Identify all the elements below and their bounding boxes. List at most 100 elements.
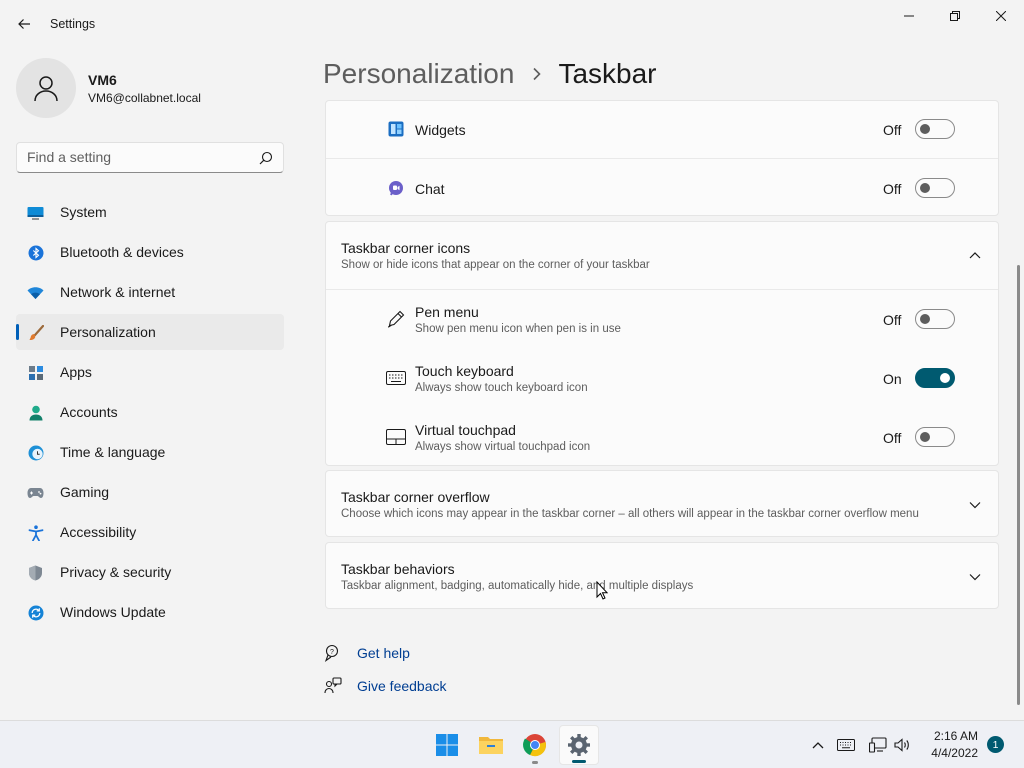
corner-overflow-card[interactable]: Taskbar corner overflow Choose which ico… [325, 470, 999, 537]
toggle-knob [920, 314, 930, 324]
file-explorer-button[interactable] [471, 725, 511, 765]
virtual-touchpad-state: Off [883, 430, 902, 446]
toggle-knob [920, 183, 930, 193]
folder-icon [479, 737, 503, 754]
get-help-link[interactable]: Get help [357, 645, 410, 661]
behaviors-title: Taskbar behaviors [341, 561, 455, 577]
search-box[interactable] [16, 142, 284, 173]
search-icon[interactable] [259, 151, 273, 165]
sidebar-item-label: Accessibility [60, 524, 137, 540]
chevron-down-icon[interactable] [968, 570, 982, 584]
widgets-label: Widgets [415, 122, 466, 138]
breadcrumb-parent[interactable]: Personalization [323, 58, 514, 90]
sidebar-item-personalization[interactable]: Personalization [16, 314, 284, 350]
windows-logo-icon [436, 734, 458, 756]
chat-label: Chat [415, 181, 445, 197]
gear-icon [568, 734, 590, 756]
virtual-touchpad-label: Virtual touchpad [415, 422, 516, 438]
toggle-knob [940, 373, 950, 383]
keyboard-icon[interactable] [836, 735, 856, 755]
clock-date[interactable]: 4/4/2022 [918, 746, 978, 760]
virtual-touchpad-row[interactable]: Virtual touchpad Always show virtual tou… [326, 408, 998, 465]
breadcrumb: Personalization Taskbar [323, 58, 657, 90]
sidebar-item-gaming[interactable]: Gaming [16, 474, 284, 510]
scrollbar-thumb[interactable] [1017, 265, 1020, 705]
active-indicator [572, 760, 586, 763]
back-button[interactable] [10, 10, 38, 38]
sidebar-item-label: Network & internet [60, 284, 176, 300]
chevron-down-icon[interactable] [968, 498, 982, 512]
sidebar-item-privacy[interactable]: Privacy & security [16, 554, 284, 590]
avatar[interactable] [16, 58, 76, 118]
sidebar-item-label: Bluetooth & devices [60, 244, 184, 260]
touch-keyboard-row[interactable]: Touch keyboard Always show touch keyboar… [326, 349, 998, 407]
toggle-knob [920, 432, 930, 442]
sidebar-item-label: Gaming [60, 484, 110, 500]
page-title: Taskbar [558, 58, 657, 89]
restore-button[interactable] [932, 0, 978, 32]
touch-keyboard-state: On [883, 371, 902, 387]
accounts-icon [27, 404, 44, 421]
apps-icon [27, 364, 44, 381]
give-feedback-link[interactable]: Give feedback [357, 678, 447, 694]
app-title: Settings [50, 17, 96, 31]
bluetooth-icon [27, 244, 44, 261]
corner-icons-subtitle: Show or hide icons that appear on the co… [341, 259, 650, 271]
accessibility-icon [27, 524, 44, 541]
sidebar-item-apps[interactable]: Apps [16, 354, 284, 390]
pen-menu-row[interactable]: Pen menu Show pen menu icon when pen is … [326, 290, 998, 348]
widgets-toggle[interactable] [915, 119, 955, 139]
toggle-knob [920, 124, 930, 134]
chevron-up-icon[interactable] [808, 735, 828, 755]
touch-keyboard-subtitle: Always show touch keyboard icon [415, 382, 588, 394]
corner-icons-card: Taskbar corner icons Show or hide icons … [325, 221, 999, 466]
sidebar-item-label: System [60, 204, 107, 220]
sidebar-item-accessibility[interactable]: Accessibility [16, 514, 284, 550]
close-button[interactable] [978, 0, 1024, 32]
sidebar-item-bluetooth[interactable]: Bluetooth & devices [16, 234, 284, 270]
chevron-up-icon[interactable] [968, 248, 982, 262]
behaviors-card[interactable]: Taskbar behaviors Taskbar alignment, bad… [325, 542, 999, 609]
sidebar-item-time-language[interactable]: Time & language [16, 434, 284, 470]
sidebar-item-label: Windows Update [60, 604, 166, 620]
volume-icon[interactable] [892, 735, 912, 755]
update-icon [27, 604, 44, 621]
taskbar [0, 720, 1024, 768]
notification-badge[interactable]: 1 [987, 736, 1004, 753]
chrome-button[interactable] [515, 725, 555, 765]
chat-icon [386, 178, 406, 198]
corner-icons-title: Taskbar corner icons [341, 240, 471, 256]
chat-toggle[interactable] [915, 178, 955, 198]
chat-row[interactable]: Chat Off [326, 159, 998, 215]
touch-keyboard-label: Touch keyboard [415, 363, 514, 379]
network-icon[interactable] [868, 735, 888, 755]
title-bar: Settings [0, 0, 1024, 48]
user-name: VM6 [88, 72, 117, 88]
behaviors-subtitle: Taskbar alignment, badging, automaticall… [341, 580, 694, 592]
search-input[interactable] [27, 149, 247, 165]
virtual-touchpad-subtitle: Always show virtual touchpad icon [415, 441, 591, 453]
taskbar-items-card: Widgets Off Chat Off [325, 100, 999, 216]
widgets-state: Off [883, 122, 902, 138]
virtual-touchpad-toggle[interactable] [915, 427, 955, 447]
user-icon [34, 76, 58, 102]
clock-globe-icon [27, 444, 44, 461]
clock-time[interactable]: 2:16 AM [928, 729, 978, 743]
touch-keyboard-toggle[interactable] [915, 368, 955, 388]
start-button[interactable] [427, 725, 467, 765]
sidebar-item-system[interactable]: System [16, 194, 284, 230]
pen-menu-toggle[interactable] [915, 309, 955, 329]
widgets-row[interactable]: Widgets Off [326, 101, 998, 158]
chevron-right-icon [532, 67, 542, 81]
sidebar-item-network[interactable]: Network & internet [16, 274, 284, 310]
pen-menu-subtitle: Show pen menu icon when pen is in use [415, 323, 621, 335]
settings-taskbar-button[interactable] [559, 725, 599, 765]
minimize-button[interactable] [886, 0, 932, 32]
chat-state: Off [883, 181, 902, 197]
corner-overflow-title: Taskbar corner overflow [341, 489, 490, 505]
sidebar-item-label: Accounts [60, 404, 118, 420]
sidebar-item-accounts[interactable]: Accounts [16, 394, 284, 430]
sidebar-item-windows-update[interactable]: Windows Update [16, 594, 284, 630]
pen-icon [386, 309, 406, 329]
corner-icons-header[interactable]: Taskbar corner icons Show or hide icons … [326, 222, 998, 289]
